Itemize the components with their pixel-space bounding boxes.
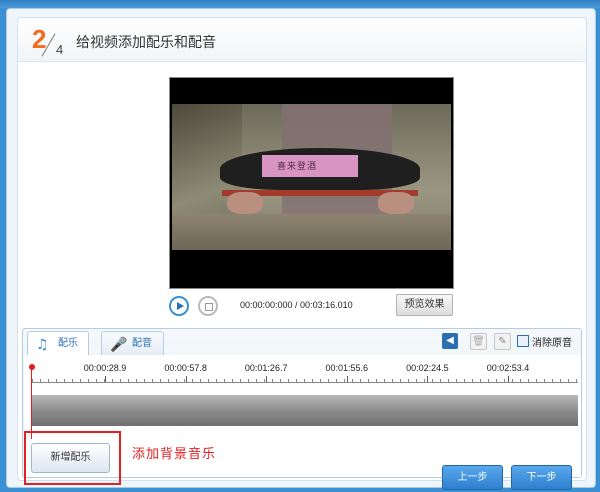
tab-music-label: 配乐	[58, 338, 78, 349]
music-note-icon: ♫	[36, 337, 49, 353]
ruler-baseline	[32, 382, 578, 383]
player-controls: 00:00:00:000 / 00:03:16.010 预览效果	[169, 294, 459, 318]
time-readout: 00:00:00:000 / 00:03:16.010	[240, 300, 353, 310]
add-music-button[interactable]: 新增配乐	[31, 443, 110, 473]
wizard-panel: 2 4 给视频添加配乐和配音 喜来登酒 00:00:00:000 / 00:03…	[6, 8, 596, 490]
video-preview[interactable]: 喜来登酒	[169, 77, 454, 289]
tick-label: 00:02:24.5	[406, 363, 449, 373]
stop-icon[interactable]	[198, 296, 218, 316]
tab-dubbing[interactable]: 🎤 配音	[101, 331, 164, 356]
timeline-ruler: 00:00:28.9 00:00:57.8 00:01:26.7 00:01:55.6…	[32, 359, 578, 383]
tab-music[interactable]: ♫ 配乐	[27, 331, 89, 356]
mute-original-checkbox[interactable]	[517, 335, 529, 347]
mute-original-label: 消除原音	[532, 338, 572, 349]
step-total-number: 4	[56, 42, 64, 57]
wizard-content: 2 4 给视频添加配乐和配音 喜来登酒 00:00:00:000 / 00:03…	[17, 17, 587, 490]
tick-label: 00:01:26.7	[244, 363, 288, 373]
video-frame: 喜来登酒	[172, 104, 451, 250]
microphone-icon: 🎤	[110, 337, 128, 353]
clear-brush-icon[interactable]: ✎	[494, 333, 511, 350]
play-icon[interactable]	[169, 296, 189, 316]
trash-icon[interactable]: 🗑	[470, 333, 487, 350]
tab-dubbing-label: 配音	[132, 338, 152, 349]
music-track[interactable]	[32, 395, 578, 426]
tick-label: 00:02:53.4	[486, 363, 530, 373]
next-step-button[interactable]: 下一步	[511, 465, 572, 490]
tick-label: 00:00:57.8	[164, 363, 207, 373]
audio-tabs: ♫ 配乐 🎤 配音 ◀ 🗑 ✎ 消除原音	[23, 329, 581, 356]
volume-icon[interactable]: ◀	[442, 333, 458, 349]
prev-step-button[interactable]: 上一步	[442, 465, 503, 490]
timeline: 00:00:28.9 00:00:57.8 00:01:26.7 00:01:55.6…	[24, 355, 581, 490]
page-title: 给视频添加配乐和配音	[76, 35, 216, 51]
playhead-handle[interactable]	[29, 364, 35, 370]
step-header: 2 4 给视频添加配乐和配音	[18, 18, 586, 62]
preview-button[interactable]: 预览效果	[396, 294, 453, 316]
annotation-text: 添加背景音乐	[132, 447, 217, 462]
tick-label: 00:00:28.9	[83, 363, 127, 373]
video-overlay-text: 喜来登酒	[277, 162, 318, 172]
window-top-strip	[0, 0, 600, 8]
audio-editor: ♫ 配乐 🎤 配音 ◀ 🗑 ✎ 消除原音 00:00:28.9 00:00:57.…	[22, 328, 582, 490]
video-scene-ground	[172, 214, 451, 250]
video-scene-hand-right	[378, 192, 414, 214]
tick-label: 00:01:55.6	[325, 363, 369, 373]
video-scene-hand-left	[227, 192, 263, 214]
